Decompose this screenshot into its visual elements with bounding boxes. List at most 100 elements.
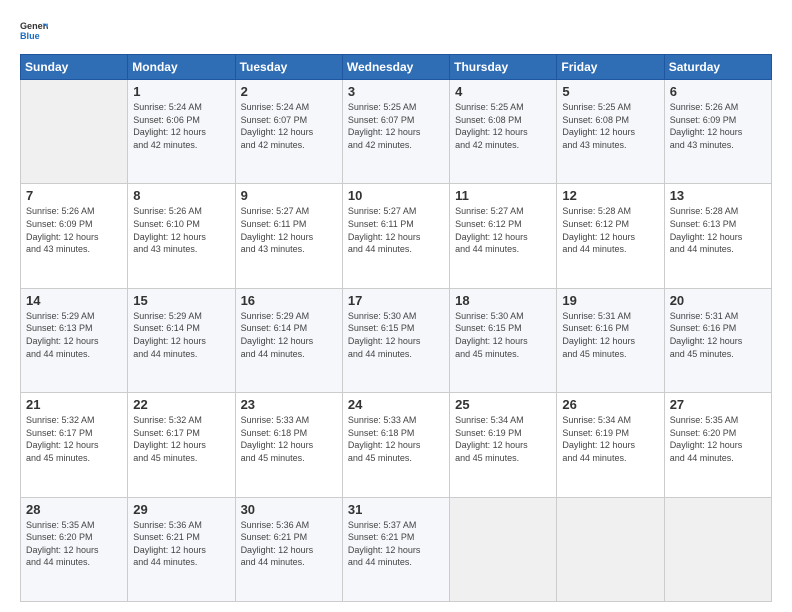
day-number: 30 bbox=[241, 502, 337, 517]
weekday-sunday: Sunday bbox=[21, 55, 128, 80]
calendar-body: 1 Sunrise: 5:24 AMSunset: 6:06 PMDaylight… bbox=[21, 80, 772, 602]
logo: General Blue bbox=[20, 18, 48, 46]
day-info: Sunrise: 5:28 AMSunset: 6:12 PMDaylight:… bbox=[562, 205, 658, 255]
day-number: 3 bbox=[348, 84, 444, 99]
day-number: 2 bbox=[241, 84, 337, 99]
day-info: Sunrise: 5:24 AMSunset: 6:06 PMDaylight:… bbox=[133, 101, 229, 151]
day-info: Sunrise: 5:25 AMSunset: 6:07 PMDaylight:… bbox=[348, 101, 444, 151]
day-info: Sunrise: 5:36 AMSunset: 6:21 PMDaylight:… bbox=[241, 519, 337, 569]
day-cell-13: 13Sunrise: 5:28 AMSunset: 6:13 PMDayligh… bbox=[664, 184, 771, 288]
day-info: Sunrise: 5:34 AMSunset: 6:19 PMDaylight:… bbox=[562, 414, 658, 464]
day-number: 4 bbox=[455, 84, 551, 99]
page: General Blue SundayMondayTuesdayWednesda… bbox=[0, 0, 792, 612]
day-cell-18: 18 Sunrise: 5:30 AMSunset: 6:15 PMDayligh… bbox=[450, 288, 557, 392]
day-info: Sunrise: 5:32 AMSunset: 6:17 PMDaylight:… bbox=[26, 414, 122, 464]
weekday-header-row: SundayMondayTuesdayWednesdayThursdayFrid… bbox=[21, 55, 772, 80]
day-cell-11: 11Sunrise: 5:27 AMSunset: 6:12 PMDayligh… bbox=[450, 184, 557, 288]
day-cell-25: 25 Sunrise: 5:34 AMSunset: 6:19 PMDayligh… bbox=[450, 393, 557, 497]
day-number: 27 bbox=[670, 397, 766, 412]
day-number: 15 bbox=[133, 293, 229, 308]
week-row-4: 21 Sunrise: 5:32 AMSunset: 6:17 PMDayligh… bbox=[21, 393, 772, 497]
empty-cell bbox=[21, 80, 128, 184]
day-number: 20 bbox=[670, 293, 766, 308]
day-number: 25 bbox=[455, 397, 551, 412]
day-number: 26 bbox=[562, 397, 658, 412]
day-info: Sunrise: 5:27 AMSunset: 6:11 PMDaylight:… bbox=[348, 205, 444, 255]
day-number: 21 bbox=[26, 397, 122, 412]
week-row-5: 28 Sunrise: 5:35 AMSunset: 6:20 PMDayligh… bbox=[21, 497, 772, 601]
day-info: Sunrise: 5:36 AMSunset: 6:21 PMDaylight:… bbox=[133, 519, 229, 569]
day-info: Sunrise: 5:26 AMSunset: 6:09 PMDaylight:… bbox=[26, 205, 122, 255]
day-cell-7: 7Sunrise: 5:26 AMSunset: 6:09 PMDaylight… bbox=[21, 184, 128, 288]
week-row-3: 14Sunrise: 5:29 AMSunset: 6:13 PMDayligh… bbox=[21, 288, 772, 392]
weekday-thursday: Thursday bbox=[450, 55, 557, 80]
day-number: 24 bbox=[348, 397, 444, 412]
day-cell-28: 28 Sunrise: 5:35 AMSunset: 6:20 PMDayligh… bbox=[21, 497, 128, 601]
day-number: 28 bbox=[26, 502, 122, 517]
day-info: Sunrise: 5:29 AMSunset: 6:14 PMDaylight:… bbox=[133, 310, 229, 360]
day-number: 22 bbox=[133, 397, 229, 412]
day-cell-31: 31 Sunrise: 5:37 AMSunset: 6:21 PMDayligh… bbox=[342, 497, 449, 601]
day-cell-26: 26 Sunrise: 5:34 AMSunset: 6:19 PMDayligh… bbox=[557, 393, 664, 497]
day-cell-30: 30 Sunrise: 5:36 AMSunset: 6:21 PMDayligh… bbox=[235, 497, 342, 601]
day-cell-5: 5Sunrise: 5:25 AMSunset: 6:08 PMDaylight… bbox=[557, 80, 664, 184]
day-cell-12: 12 Sunrise: 5:28 AMSunset: 6:12 PMDayligh… bbox=[557, 184, 664, 288]
empty-cell bbox=[557, 497, 664, 601]
day-info: Sunrise: 5:34 AMSunset: 6:19 PMDaylight:… bbox=[455, 414, 551, 464]
header: General Blue bbox=[20, 18, 772, 46]
day-cell-27: 27 Sunrise: 5:35 AMSunset: 6:20 PMDayligh… bbox=[664, 393, 771, 497]
day-cell-4: 4 Sunrise: 5:25 AMSunset: 6:08 PMDaylight… bbox=[450, 80, 557, 184]
day-info: Sunrise: 5:31 AMSunset: 6:16 PMDaylight:… bbox=[562, 310, 658, 360]
day-number: 9 bbox=[241, 188, 337, 203]
day-info: Sunrise: 5:26 AMSunset: 6:10 PMDaylight:… bbox=[133, 205, 229, 255]
day-info: Sunrise: 5:35 AMSunset: 6:20 PMDaylight:… bbox=[670, 414, 766, 464]
day-number: 8 bbox=[133, 188, 229, 203]
day-info: Sunrise: 5:30 AMSunset: 6:15 PMDaylight:… bbox=[455, 310, 551, 360]
day-info: Sunrise: 5:31 AMSunset: 6:16 PMDaylight:… bbox=[670, 310, 766, 360]
weekday-friday: Friday bbox=[557, 55, 664, 80]
day-cell-20: 20 Sunrise: 5:31 AMSunset: 6:16 PMDayligh… bbox=[664, 288, 771, 392]
day-number: 19 bbox=[562, 293, 658, 308]
day-info: Sunrise: 5:37 AMSunset: 6:21 PMDaylight:… bbox=[348, 519, 444, 569]
day-cell-24: 24 Sunrise: 5:33 AMSunset: 6:18 PMDayligh… bbox=[342, 393, 449, 497]
day-cell-2: 2 Sunrise: 5:24 AMSunset: 6:07 PMDaylight… bbox=[235, 80, 342, 184]
weekday-tuesday: Tuesday bbox=[235, 55, 342, 80]
day-cell-3: 3 Sunrise: 5:25 AMSunset: 6:07 PMDaylight… bbox=[342, 80, 449, 184]
svg-text:Blue: Blue bbox=[20, 31, 40, 41]
weekday-wednesday: Wednesday bbox=[342, 55, 449, 80]
calendar-table: SundayMondayTuesdayWednesdayThursdayFrid… bbox=[20, 54, 772, 602]
week-row-2: 7Sunrise: 5:26 AMSunset: 6:09 PMDaylight… bbox=[21, 184, 772, 288]
day-number: 18 bbox=[455, 293, 551, 308]
svg-text:General: General bbox=[20, 21, 48, 31]
day-info: Sunrise: 5:28 AMSunset: 6:13 PMDaylight:… bbox=[670, 205, 766, 255]
weekday-saturday: Saturday bbox=[664, 55, 771, 80]
day-cell-17: 17 Sunrise: 5:30 AMSunset: 6:15 PMDayligh… bbox=[342, 288, 449, 392]
day-number: 1 bbox=[133, 84, 229, 99]
day-number: 12 bbox=[562, 188, 658, 203]
day-cell-22: 22 Sunrise: 5:32 AMSunset: 6:17 PMDayligh… bbox=[128, 393, 235, 497]
day-info: Sunrise: 5:25 AMSunset: 6:08 PMDaylight:… bbox=[562, 101, 658, 151]
day-info: Sunrise: 5:33 AMSunset: 6:18 PMDaylight:… bbox=[241, 414, 337, 464]
day-info: Sunrise: 5:33 AMSunset: 6:18 PMDaylight:… bbox=[348, 414, 444, 464]
day-info: Sunrise: 5:32 AMSunset: 6:17 PMDaylight:… bbox=[133, 414, 229, 464]
day-cell-15: 15 Sunrise: 5:29 AMSunset: 6:14 PMDayligh… bbox=[128, 288, 235, 392]
day-cell-10: 10 Sunrise: 5:27 AMSunset: 6:11 PMDayligh… bbox=[342, 184, 449, 288]
day-info: Sunrise: 5:35 AMSunset: 6:20 PMDaylight:… bbox=[26, 519, 122, 569]
empty-cell bbox=[664, 497, 771, 601]
day-info: Sunrise: 5:29 AMSunset: 6:14 PMDaylight:… bbox=[241, 310, 337, 360]
day-info: Sunrise: 5:30 AMSunset: 6:15 PMDaylight:… bbox=[348, 310, 444, 360]
day-info: Sunrise: 5:27 AMSunset: 6:12 PMDaylight:… bbox=[455, 205, 551, 255]
day-info: Sunrise: 5:25 AMSunset: 6:08 PMDaylight:… bbox=[455, 101, 551, 151]
day-cell-8: 8 Sunrise: 5:26 AMSunset: 6:10 PMDaylight… bbox=[128, 184, 235, 288]
day-number: 17 bbox=[348, 293, 444, 308]
day-cell-9: 9Sunrise: 5:27 AMSunset: 6:11 PMDaylight… bbox=[235, 184, 342, 288]
day-info: Sunrise: 5:24 AMSunset: 6:07 PMDaylight:… bbox=[241, 101, 337, 151]
week-row-1: 1 Sunrise: 5:24 AMSunset: 6:06 PMDaylight… bbox=[21, 80, 772, 184]
day-number: 29 bbox=[133, 502, 229, 517]
day-cell-1: 1 Sunrise: 5:24 AMSunset: 6:06 PMDaylight… bbox=[128, 80, 235, 184]
day-cell-23: 23Sunrise: 5:33 AMSunset: 6:18 PMDayligh… bbox=[235, 393, 342, 497]
empty-cell bbox=[450, 497, 557, 601]
day-number: 31 bbox=[348, 502, 444, 517]
day-number: 10 bbox=[348, 188, 444, 203]
day-number: 14 bbox=[26, 293, 122, 308]
